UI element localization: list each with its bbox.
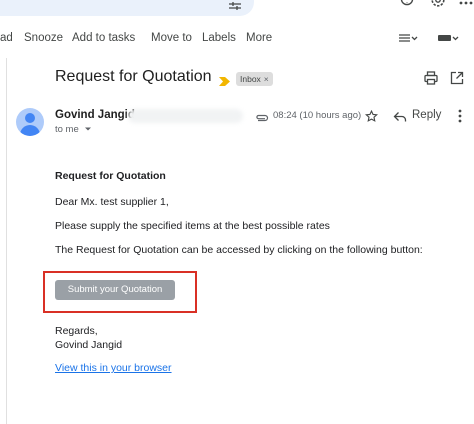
density-menu-icon[interactable] bbox=[398, 32, 418, 47]
chevron-down-icon bbox=[85, 127, 92, 131]
message-line-2: The Request for Quotation can be accesse… bbox=[55, 244, 423, 256]
more-vert-icon[interactable] bbox=[458, 109, 462, 128]
email-subject: Request for Quotation bbox=[55, 68, 212, 85]
help-icon[interactable] bbox=[400, 0, 414, 11]
gear-icon[interactable] bbox=[430, 0, 446, 13]
reply-icon[interactable] bbox=[393, 110, 407, 128]
email-timestamp: 08:24 (10 hours ago) bbox=[273, 110, 362, 121]
star-icon[interactable] bbox=[364, 109, 379, 128]
archive-button[interactable]: ad bbox=[0, 32, 13, 44]
nav-divider bbox=[6, 58, 7, 424]
snooze-button[interactable]: Snooze bbox=[24, 32, 63, 44]
view-in-browser-link[interactable]: View this in your browser bbox=[55, 362, 172, 374]
top-bar bbox=[0, 0, 474, 22]
more-button[interactable]: More bbox=[246, 32, 272, 44]
message-heading: Request for Quotation bbox=[55, 170, 166, 182]
inbox-label-text: Inbox bbox=[240, 74, 261, 84]
recipient-label: to me bbox=[55, 124, 79, 135]
important-marker-icon[interactable] bbox=[219, 73, 230, 91]
message-line-1: Please supply the specified items at the… bbox=[55, 220, 330, 232]
open-in-new-icon[interactable] bbox=[450, 71, 464, 90]
sender-email-redacted bbox=[128, 109, 243, 123]
sender-name[interactable]: Govind Jangid bbox=[55, 109, 135, 121]
keyboard-input-icon[interactable] bbox=[437, 32, 459, 47]
avatar-head bbox=[25, 113, 35, 123]
print-icon[interactable] bbox=[424, 71, 438, 90]
message-toolbar: ad Snooze Add to tasks Move to Labels Mo… bbox=[0, 28, 474, 50]
avatar[interactable] bbox=[16, 108, 44, 136]
message-regards: Regards, bbox=[55, 325, 98, 337]
message-signature: Govind Jangid bbox=[55, 339, 123, 351]
attachment-icon bbox=[255, 110, 269, 128]
avatar-body bbox=[20, 125, 40, 136]
labels-button[interactable]: Labels bbox=[202, 32, 236, 44]
message-greeting: Dear Mx. test supplier 1, bbox=[55, 196, 169, 208]
inbox-label-chip[interactable]: Inbox × bbox=[236, 72, 273, 86]
apps-icon[interactable] bbox=[459, 0, 473, 11]
add-to-tasks-button[interactable]: Add to tasks bbox=[72, 32, 135, 44]
move-to-button[interactable]: Move to bbox=[151, 32, 192, 44]
reply-button[interactable]: Reply bbox=[412, 109, 441, 121]
recipient-details-toggle[interactable]: to me bbox=[55, 124, 92, 135]
submit-quotation-button[interactable]: Submit your Quotation bbox=[55, 280, 175, 300]
remove-label-icon[interactable]: × bbox=[264, 74, 269, 84]
tune-icon[interactable] bbox=[228, 0, 242, 16]
search-bar[interactable] bbox=[0, 0, 254, 16]
